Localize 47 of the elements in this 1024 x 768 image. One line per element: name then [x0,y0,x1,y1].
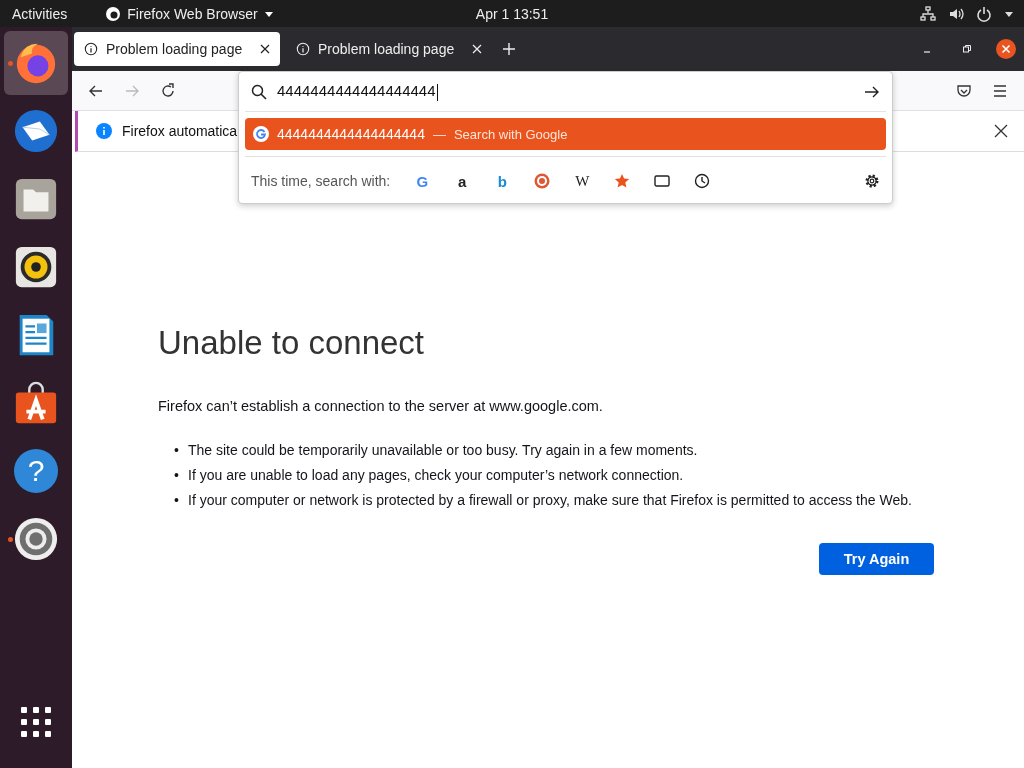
try-again-button[interactable]: Try Again [819,543,934,575]
tab-icon [654,173,671,189]
app-grid-icon[interactable] [20,706,52,738]
search-engine-button[interactable]: a [442,167,483,195]
shopping-bag-icon [13,380,59,426]
power-icon[interactable] [976,5,992,22]
star-icon [614,173,631,189]
folder-icon [13,176,59,222]
pocket-icon[interactable] [956,82,972,99]
help-icon: ? [14,449,58,493]
suggestion-item: The site could be temporarily unavailable or too busy. Try again in a few moments. [188,442,699,459]
search-engine-button[interactable]: b [482,167,523,195]
suggestion-item: If your computer or network is protected by a firewall or proxy, make sure that Firefox is permitted to access the Web. [188,492,913,509]
activities-button[interactable]: Activities [12,5,68,22]
browser-tab[interactable]: Problem loading page [74,32,280,66]
search-engine-button[interactable]: W [562,167,603,195]
bullet-marker: • [174,467,180,484]
search-engine-button[interactable]: G [402,167,443,195]
search-engine-icon [253,126,269,142]
suggestion-item: If you are unable to load any pages, check your computer’s network connection. [188,467,685,484]
speaker-icon [13,244,59,290]
menu-icon[interactable] [992,82,1008,99]
search-icon [251,83,267,100]
mail-icon [13,108,59,154]
clock[interactable]: Apr 1 13:51 [475,5,549,22]
bullet-marker: • [174,492,180,509]
dock-item[interactable]: ? [4,439,68,503]
error-description: Firefox can’t establish a connection to the server at www.google.com. [158,398,604,414]
new-tab-icon[interactable] [502,42,516,56]
restore-icon[interactable] [962,44,972,54]
search-with-label: This time, search with: [251,173,391,189]
window-close-icon[interactable] [996,39,1016,59]
browser-tab[interactable]: Problem loading page [286,32,492,66]
close-icon[interactable] [994,124,1008,138]
info-icon [84,42,98,56]
info-icon [96,123,112,139]
close-icon[interactable] [260,44,270,54]
settings-icon[interactable] [864,173,880,189]
info-icon [296,42,310,56]
app-menu[interactable]: Firefox Web Browser [105,5,274,22]
bullet-marker: • [174,442,180,459]
search-suggestion[interactable]: 4444444444444444444 — Search with Google [245,118,886,150]
reload-icon[interactable] [160,82,176,99]
clock-icon [694,173,711,189]
error-title: Unable to connect [158,324,425,362]
notification-text: Firefox automatica [122,123,238,139]
network-icon[interactable] [920,5,936,22]
